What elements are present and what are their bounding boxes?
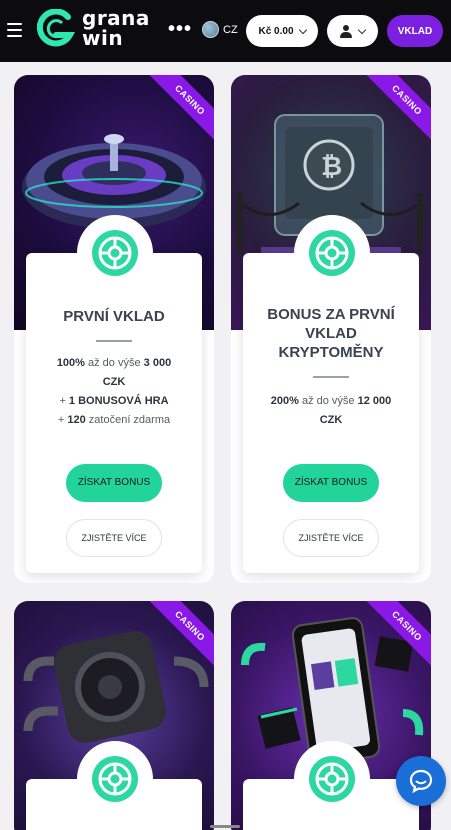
balance-dropdown[interactable]: Kč 0.00	[246, 15, 318, 47]
roulette-chip-icon	[309, 756, 355, 802]
learn-more-button[interactable]: ZJISTĚTE VÍCE	[66, 519, 162, 557]
logo-g-icon	[36, 8, 76, 47]
title-divider	[313, 376, 349, 378]
language-code: CZ	[223, 23, 238, 36]
roulette-chip-icon	[92, 756, 138, 802]
promo-panel: BONUS ZA PRVNÍ VKLAD KRYPTOMĚNY 200% až …	[243, 253, 419, 573]
promo-card-3: CASINO	[14, 601, 214, 830]
chevron-down-icon	[357, 25, 367, 34]
chat-bubble-icon	[409, 769, 433, 794]
top-bar: grana win ••• CZ Kč 0.00 VKLAD	[0, 0, 451, 62]
promo-description: 200% až do výše 12 000 CZK	[270, 395, 392, 426]
bonus-badge	[77, 741, 153, 817]
globe-icon	[202, 21, 219, 38]
granawin-logo[interactable]: grana win	[34, 6, 164, 50]
promo-description: 100% až do výše 3 000 CZK + 1 BONUSOVÁ H…	[56, 357, 172, 426]
hamburger-menu-icon[interactable]	[7, 23, 22, 37]
home-indicator	[210, 825, 240, 828]
roulette-chip-icon	[92, 230, 138, 276]
user-menu-button[interactable]	[327, 15, 378, 47]
promo-panel: PRVNÍ VKLAD 100% až do výše 3 000 CZK + …	[26, 253, 202, 573]
roulette-chip-icon	[309, 230, 355, 276]
bonus-badge	[294, 741, 370, 817]
promo-title: PRVNÍ VKLAD	[63, 308, 165, 325]
balance-value: Kč 0.00	[258, 25, 294, 37]
get-bonus-button[interactable]: ZÍSKAT BONUS	[66, 464, 162, 502]
more-menu-icon[interactable]: •••	[168, 18, 192, 41]
bonus-badge	[294, 215, 370, 291]
promo-card-first-deposit: CASINO PRVNÍ VKLAD 100% až do výše 3 000…	[14, 75, 214, 583]
learn-more-button[interactable]: ZJISTĚTE VÍCE	[283, 519, 379, 557]
chevron-down-icon	[298, 25, 307, 34]
language-selector[interactable]: CZ	[202, 21, 238, 38]
deposit-button[interactable]: VKLAD	[387, 15, 443, 47]
bonus-badge	[77, 215, 153, 291]
promo-title: BONUS ZA PRVNÍ VKLAD KRYPTOMĚNY	[267, 306, 395, 361]
live-chat-button[interactable]	[396, 756, 446, 806]
get-bonus-button[interactable]: ZÍSKAT BONUS	[283, 464, 379, 502]
user-icon	[340, 24, 352, 38]
logo-wordmark: grana win	[82, 6, 150, 50]
title-divider	[96, 340, 132, 342]
promo-card-crypto-deposit: ₿ CASINO BONUS ZA PRVNÍ VKLAD KRYPTOMĚNY…	[231, 75, 431, 583]
svg-text:₿: ₿	[321, 152, 342, 182]
